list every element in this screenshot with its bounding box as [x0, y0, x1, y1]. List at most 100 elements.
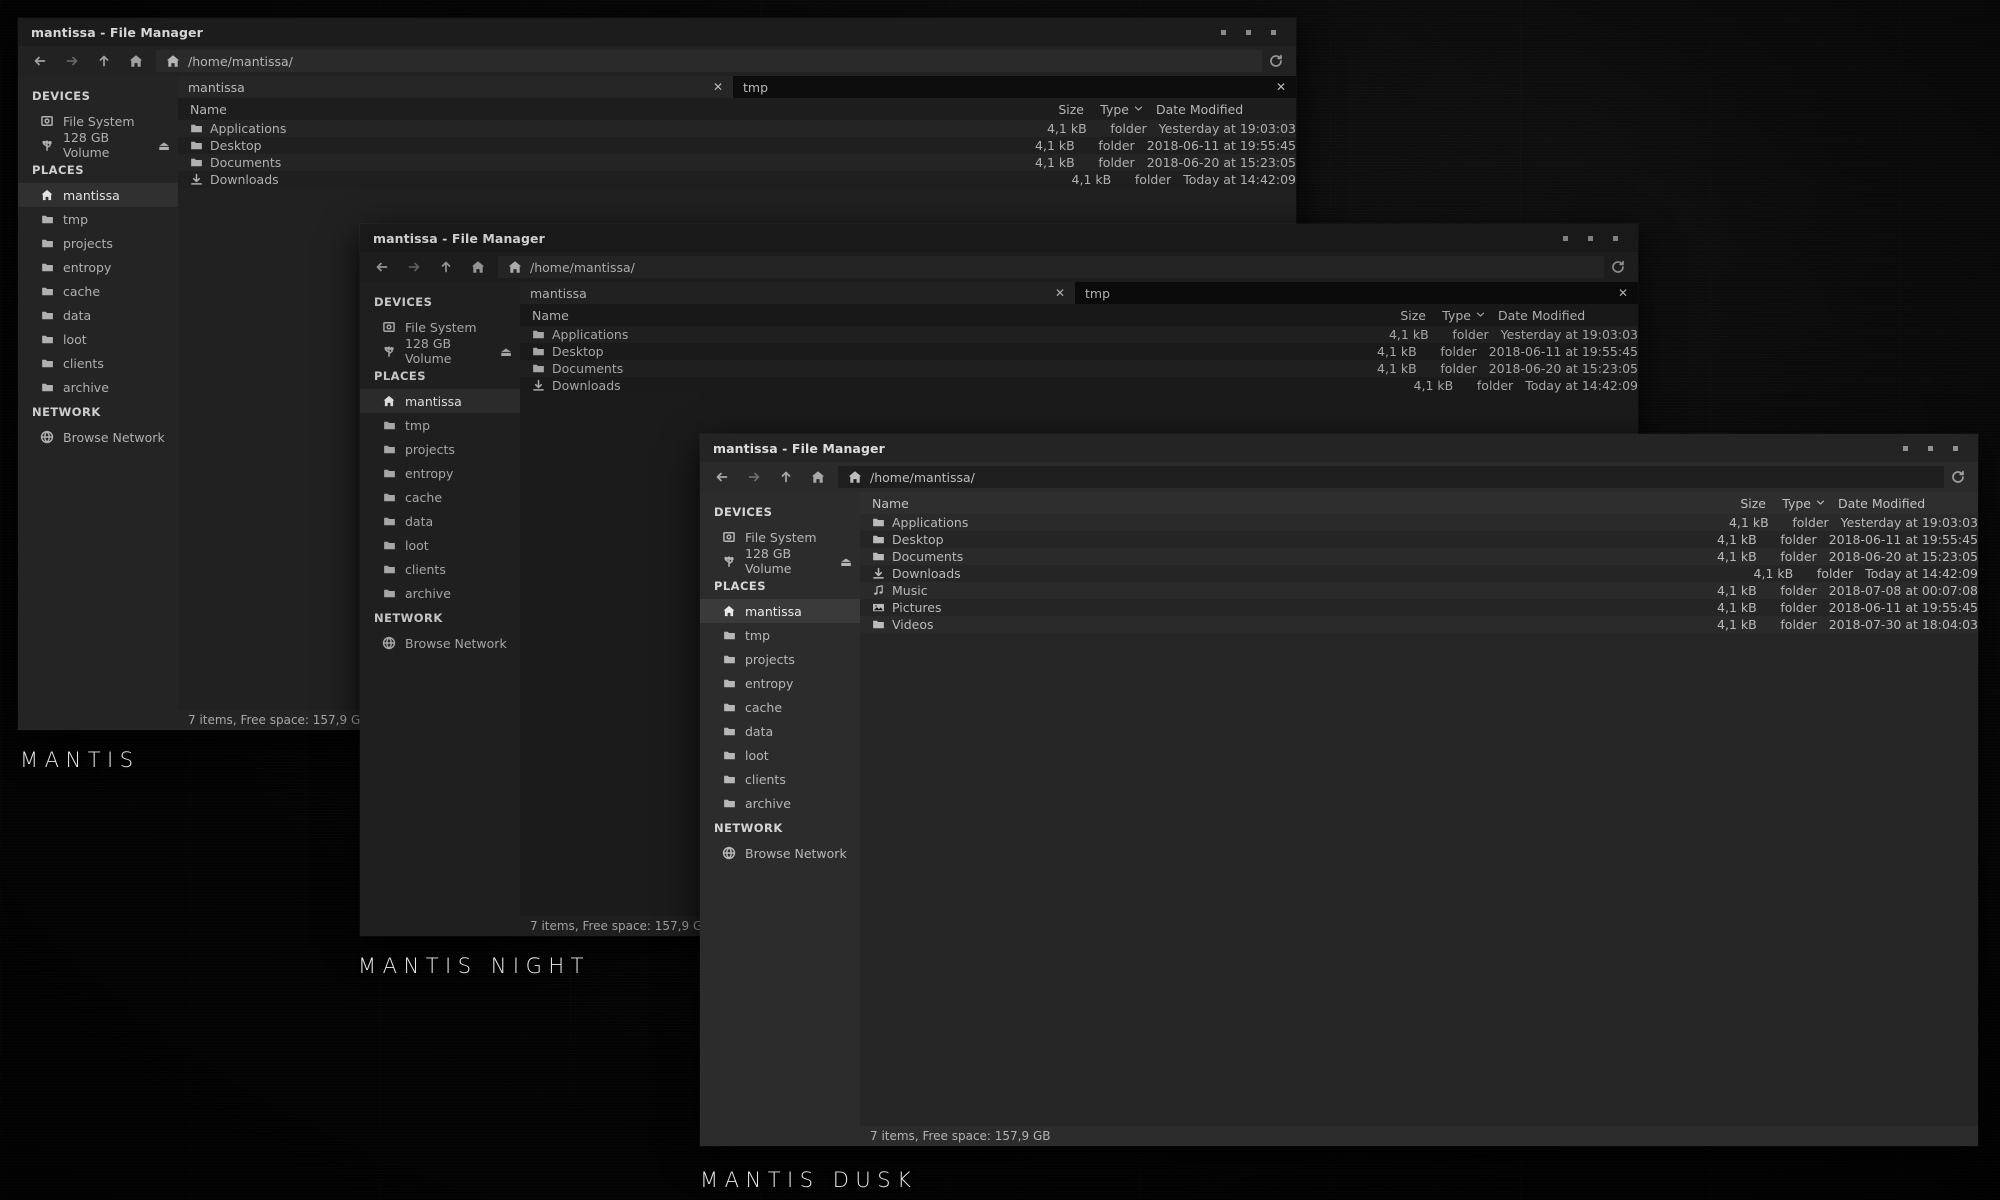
up-button[interactable]: [88, 48, 120, 74]
column-header-name[interactable]: Name: [520, 308, 1366, 323]
sidebar-item-clients[interactable]: clients: [700, 767, 860, 791]
column-header-size[interactable]: Size: [1366, 308, 1426, 323]
sidebar-item-clients[interactable]: clients: [360, 557, 520, 581]
sidebar-item-tmp[interactable]: tmp: [18, 207, 178, 231]
table-row[interactable]: Downloads 4,1 kB folder Today at 14:42:0…: [520, 377, 1638, 394]
title-bar[interactable]: mantissa - File Manager: [18, 18, 1296, 46]
sidebar-item-loot[interactable]: loot: [18, 327, 178, 351]
table-row[interactable]: Documents 4,1 kB folder 2018-06-20 at 15…: [860, 548, 1978, 565]
maximize-button[interactable]: [1246, 29, 1251, 35]
minimize-button[interactable]: [1903, 445, 1908, 451]
sidebar-item-projects[interactable]: projects: [18, 231, 178, 255]
table-row[interactable]: Applications 4,1 kB folder Yesterday at …: [860, 514, 1978, 531]
close-icon[interactable]: ✕: [1047, 286, 1065, 300]
sidebar-item-clients[interactable]: clients: [18, 351, 178, 375]
file-list[interactable]: Applications 4,1 kB folder Yesterday at …: [860, 514, 1978, 1126]
up-button[interactable]: [770, 464, 802, 490]
minimize-button[interactable]: [1563, 235, 1568, 241]
column-header-date[interactable]: Date Modified: [1828, 496, 1978, 511]
sidebar-item-projects[interactable]: projects: [700, 647, 860, 671]
close-icon[interactable]: ✕: [1268, 80, 1286, 94]
tab-tmp[interactable]: tmp ✕: [733, 76, 1296, 98]
table-row[interactable]: Desktop 4,1 kB folder 2018-06-11 at 19:5…: [860, 531, 1978, 548]
sidebar-item-archive[interactable]: archive: [700, 791, 860, 815]
sidebar-item-loot[interactable]: loot: [700, 743, 860, 767]
sidebar-item-tmp[interactable]: tmp: [360, 413, 520, 437]
sidebar-item-data[interactable]: data: [360, 509, 520, 533]
table-row[interactable]: Music 4,1 kB folder 2018-07-08 at 00:07:…: [860, 582, 1978, 599]
column-header-date[interactable]: Date Modified: [1146, 102, 1296, 117]
sidebar-item-cache[interactable]: cache: [360, 485, 520, 509]
table-row[interactable]: Desktop 4,1 kB folder 2018-06-11 at 19:5…: [520, 343, 1638, 360]
back-button[interactable]: [706, 464, 738, 490]
table-row[interactable]: Pictures 4,1 kB folder 2018-06-11 at 19:…: [860, 599, 1978, 616]
table-row[interactable]: Desktop 4,1 kB folder 2018-06-11 at 19:5…: [178, 137, 1296, 154]
home-button[interactable]: [462, 254, 494, 280]
table-row[interactable]: Downloads 4,1 kB folder Today at 14:42:0…: [178, 171, 1296, 188]
sidebar-item-data[interactable]: data: [700, 719, 860, 743]
maximize-button[interactable]: [1928, 445, 1933, 451]
column-header-name[interactable]: Name: [860, 496, 1706, 511]
sidebar-item-archive[interactable]: archive: [18, 375, 178, 399]
table-row[interactable]: Documents 4,1 kB folder 2018-06-20 at 15…: [520, 360, 1638, 377]
column-header-size[interactable]: Size: [1024, 102, 1084, 117]
sidebar-item-browse-network[interactable]: Browse Network: [700, 841, 860, 865]
table-row[interactable]: Applications 4,1 kB folder Yesterday at …: [520, 326, 1638, 343]
sidebar-item-entropy[interactable]: entropy: [18, 255, 178, 279]
close-button[interactable]: [1613, 235, 1618, 241]
column-header-name[interactable]: Name: [178, 102, 1024, 117]
home-button[interactable]: [802, 464, 834, 490]
up-button[interactable]: [430, 254, 462, 280]
sidebar-item-data[interactable]: data: [18, 303, 178, 327]
sidebar-item-loot[interactable]: loot: [360, 533, 520, 557]
file-manager-window-mantis-dusk[interactable]: mantissa - File Manager /home/mantissa/ …: [700, 434, 1978, 1146]
table-row[interactable]: Downloads 4,1 kB folder Today at 14:42:0…: [860, 565, 1978, 582]
close-button[interactable]: [1953, 445, 1958, 451]
forward-button[interactable]: [56, 48, 88, 74]
tab-mantissa[interactable]: mantissa ✕: [178, 76, 733, 98]
sidebar-item-mantissa[interactable]: mantissa: [18, 183, 178, 207]
column-header-type[interactable]: Type: [1084, 102, 1146, 117]
sidebar-item-tmp[interactable]: tmp: [700, 623, 860, 647]
reload-button[interactable]: [1262, 48, 1290, 74]
eject-icon[interactable]: ⏏: [158, 138, 170, 153]
minimize-button[interactable]: [1221, 29, 1226, 35]
column-header-size[interactable]: Size: [1706, 496, 1766, 511]
sidebar-item-entropy[interactable]: entropy: [360, 461, 520, 485]
sidebar-item-mantissa[interactable]: mantissa: [360, 389, 520, 413]
close-icon[interactable]: ✕: [705, 80, 723, 94]
table-row[interactable]: Videos 4,1 kB folder 2018-07-30 at 18:04…: [860, 616, 1978, 633]
back-button[interactable]: [24, 48, 56, 74]
sidebar-item-mantissa[interactable]: mantissa: [700, 599, 860, 623]
close-icon[interactable]: ✕: [1610, 286, 1628, 300]
reload-button[interactable]: [1944, 464, 1972, 490]
eject-icon[interactable]: ⏏: [840, 554, 852, 569]
tab-tmp[interactable]: tmp ✕: [1075, 282, 1638, 304]
path-bar[interactable]: /home/mantissa/: [156, 50, 1262, 72]
tab-mantissa[interactable]: mantissa ✕: [520, 282, 1075, 304]
sidebar-item-128-gb-volume[interactable]: 128 GB Volume ⏏: [360, 336, 520, 366]
forward-button[interactable]: [398, 254, 430, 280]
path-bar[interactable]: /home/mantissa/: [498, 256, 1604, 278]
table-row[interactable]: Documents 4,1 kB folder 2018-06-20 at 15…: [178, 154, 1296, 171]
sidebar-item-projects[interactable]: projects: [360, 437, 520, 461]
close-button[interactable]: [1271, 29, 1276, 35]
sidebar-item-cache[interactable]: cache: [700, 695, 860, 719]
forward-button[interactable]: [738, 464, 770, 490]
eject-icon[interactable]: ⏏: [500, 344, 512, 359]
sidebar-item-browse-network[interactable]: Browse Network: [360, 631, 520, 655]
home-button[interactable]: [120, 48, 152, 74]
maximize-button[interactable]: [1588, 235, 1593, 241]
sidebar-item-entropy[interactable]: entropy: [700, 671, 860, 695]
table-row[interactable]: Applications 4,1 kB folder Yesterday at …: [178, 120, 1296, 137]
sidebar-item-cache[interactable]: cache: [18, 279, 178, 303]
column-header-type[interactable]: Type: [1426, 308, 1488, 323]
column-header-date[interactable]: Date Modified: [1488, 308, 1638, 323]
column-header-type[interactable]: Type: [1766, 496, 1828, 511]
sidebar-item-128-gb-volume[interactable]: 128 GB Volume ⏏: [700, 546, 860, 576]
title-bar[interactable]: mantissa - File Manager: [700, 434, 1978, 462]
path-bar[interactable]: /home/mantissa/: [838, 466, 1944, 488]
back-button[interactable]: [366, 254, 398, 280]
title-bar[interactable]: mantissa - File Manager: [360, 224, 1638, 252]
sidebar-item-archive[interactable]: archive: [360, 581, 520, 605]
